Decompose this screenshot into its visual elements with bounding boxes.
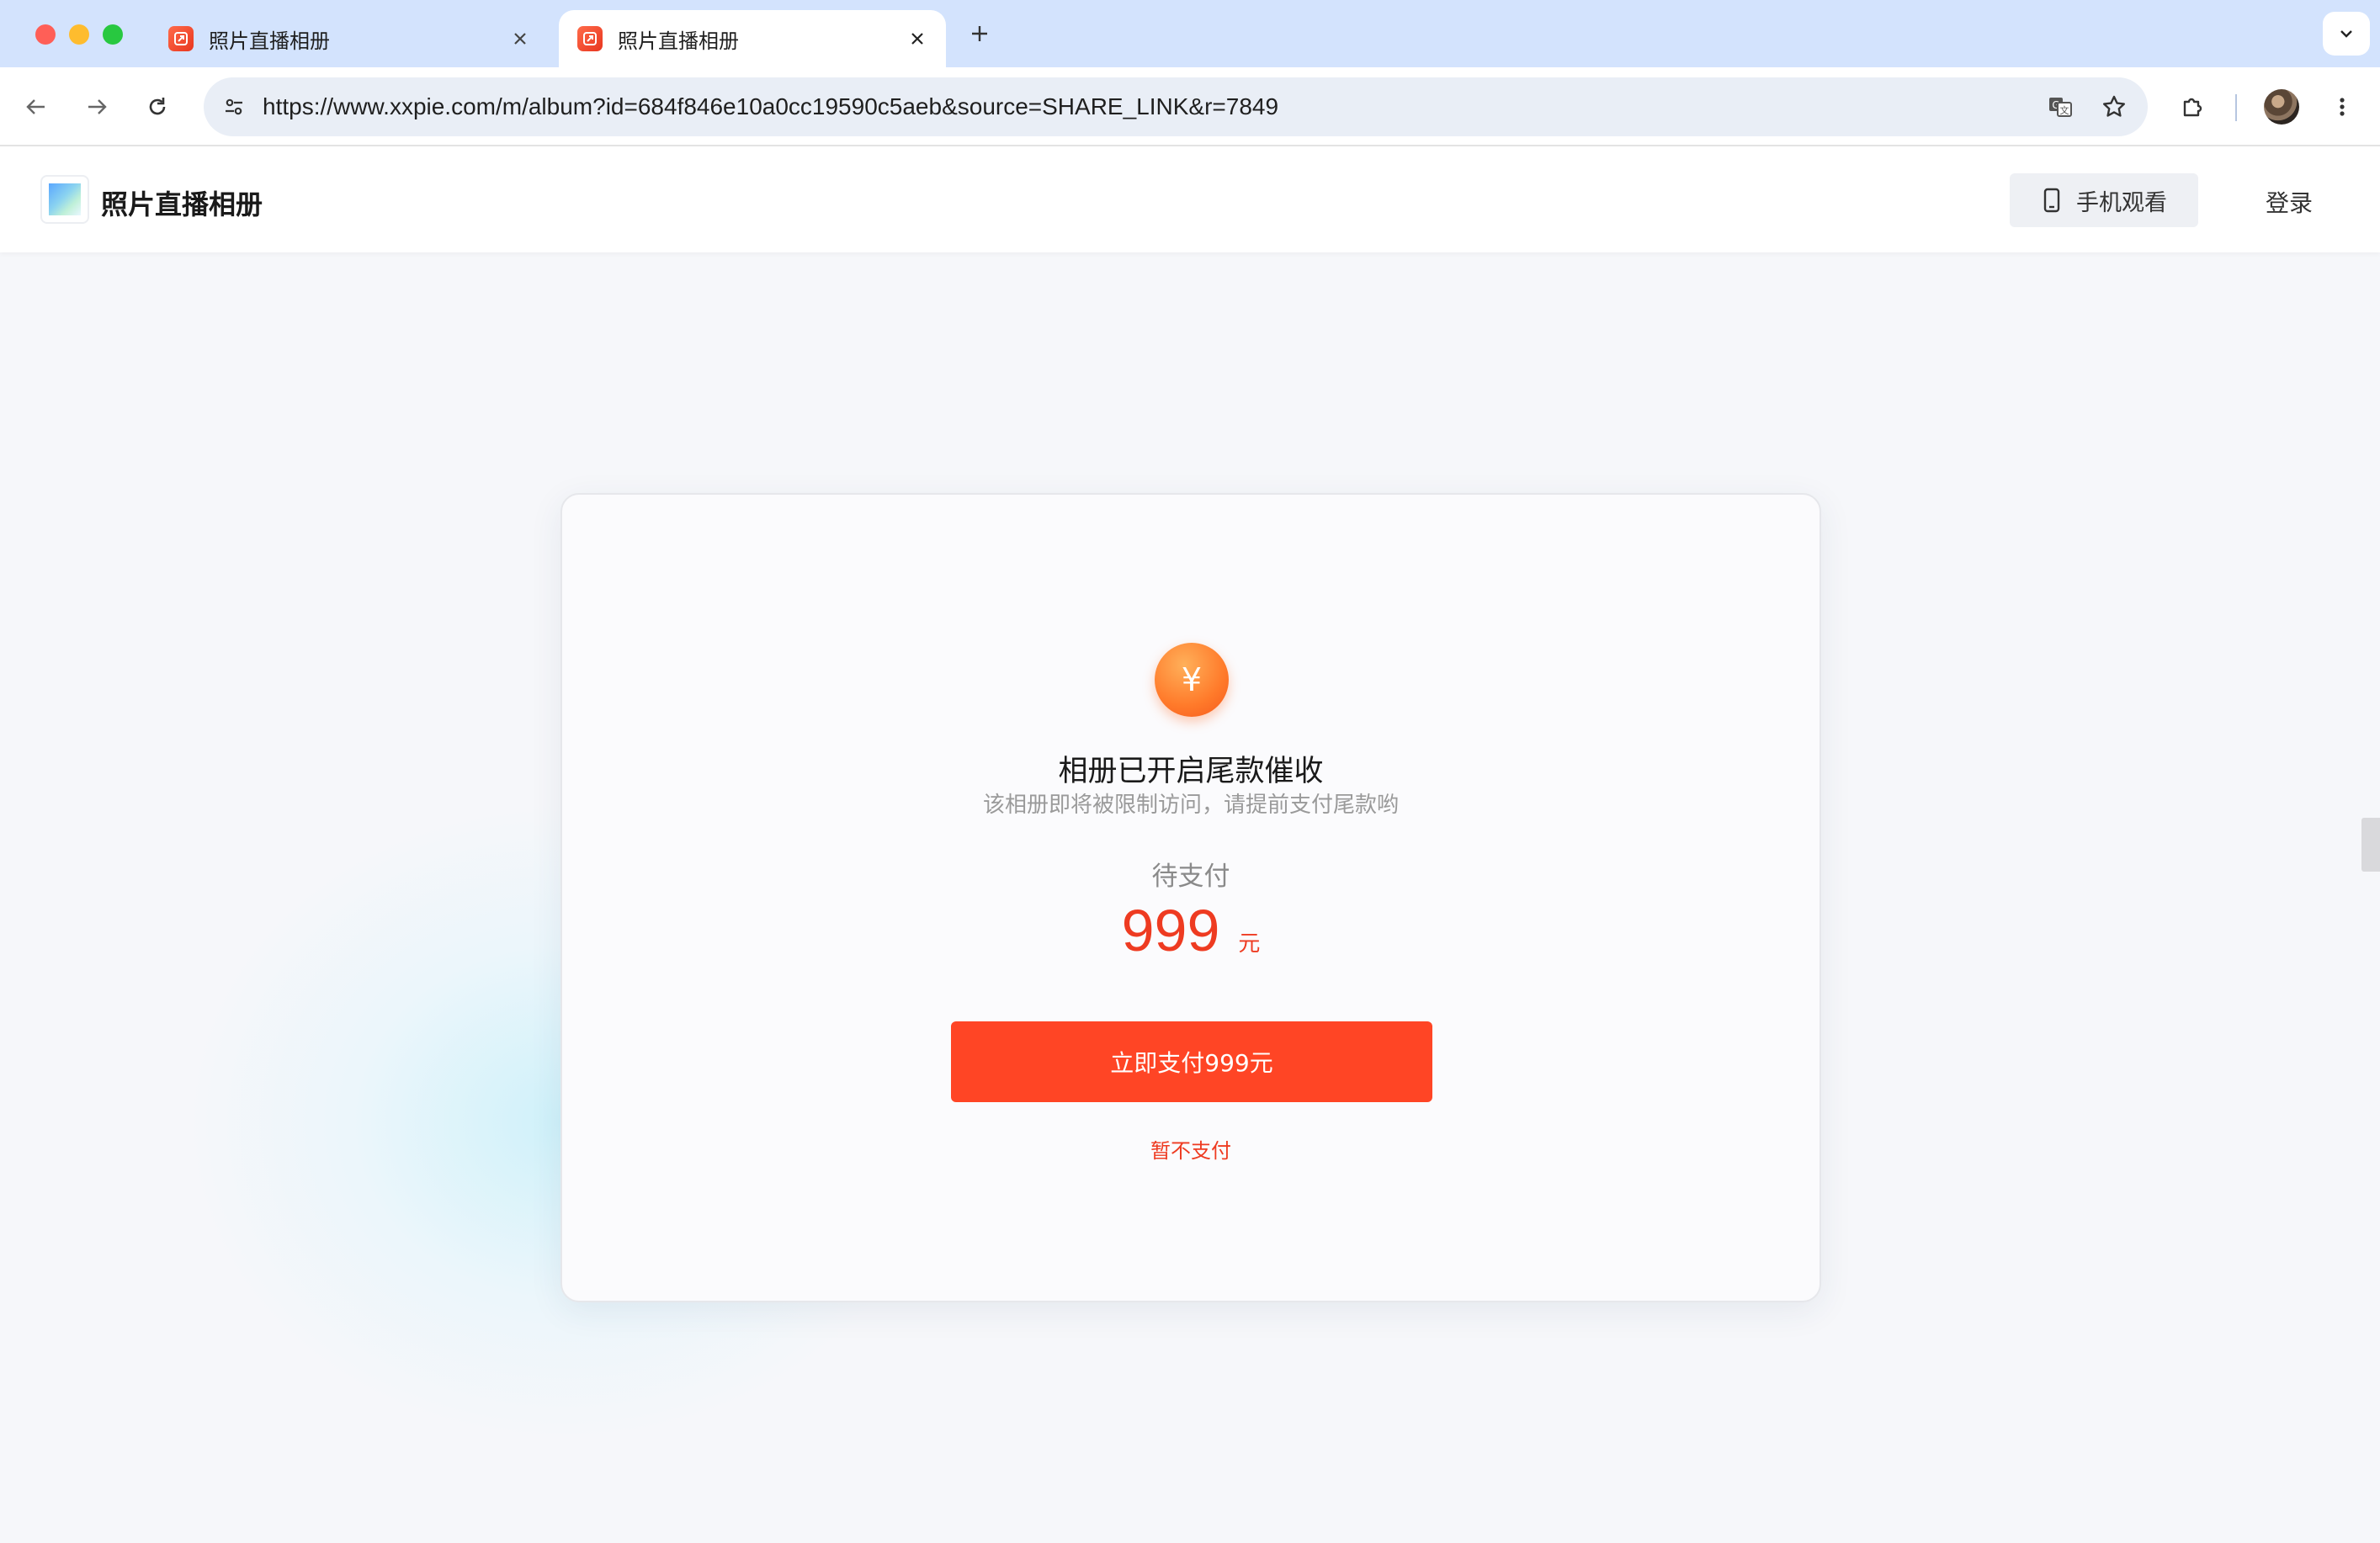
site-logo[interactable] (40, 175, 89, 224)
address-bar[interactable]: https://www.xxpie.com/m/album?id=684f846… (204, 77, 2148, 136)
amount-unit: 元 (1238, 931, 1261, 957)
arrow-left-icon (26, 99, 45, 114)
tune-icon[interactable] (215, 88, 252, 125)
star-icon[interactable] (2094, 87, 2134, 127)
favicon-icon (577, 26, 603, 51)
side-panel-handle[interactable] (2361, 818, 2380, 872)
back-button[interactable] (15, 86, 57, 128)
tab-search-button[interactable] (2323, 12, 2370, 56)
tab-title: 照片直播相册 (209, 29, 330, 53)
login-link[interactable]: 登录 (2266, 185, 2313, 219)
skip-payment-link[interactable]: 暂不支付 (562, 1134, 1820, 1164)
browser-tab[interactable]: 照片直播相册 (150, 10, 549, 67)
toolbar-divider (2235, 94, 2237, 121)
yuan-coin-icon: ¥ (1155, 643, 1229, 717)
reload-icon (149, 98, 166, 115)
close-tab-icon[interactable] (900, 22, 934, 56)
reload-button[interactable] (136, 86, 178, 128)
mobile-view-button[interactable]: 手机观看 (2010, 173, 2198, 227)
browser-window: 照片直播相册 照片直播相册 https://www.xxpie.com/m/al… (0, 0, 2380, 1543)
puzzle-icon (2183, 98, 2202, 117)
url-text[interactable]: https://www.xxpie.com/m/album?id=684f846… (263, 93, 2040, 120)
profile-avatar[interactable] (2264, 89, 2299, 125)
card-subtitle: 该相册即将被限制访问，请提前支付尾款哟 (982, 793, 1399, 818)
tab-strip: 照片直播相册 照片直播相册 (0, 0, 2380, 67)
amount-row: 999 元 (562, 897, 1820, 964)
close-tab-icon[interactable] (503, 22, 537, 56)
new-tab-button[interactable] (963, 17, 996, 50)
chevron-down-icon (2340, 30, 2352, 38)
page-content: 照片直播相册 手机观看 登录 ¥ 相册已开启尾款催收 该相册即将被限制访问，请提… (0, 146, 2380, 1543)
browser-tab-active[interactable]: 照片直播相册 (559, 10, 946, 67)
amount-value: 999 (1121, 898, 1220, 963)
extensions-button[interactable] (2171, 86, 2213, 128)
minimize-window-button[interactable] (69, 24, 89, 45)
forward-button[interactable] (76, 86, 118, 128)
more-vertical-icon (2340, 98, 2345, 116)
phone-icon (2043, 188, 2060, 213)
close-window-button[interactable] (35, 24, 56, 45)
pay-now-button[interactable]: 立即支付999元 (951, 1021, 1432, 1102)
svg-text:文: 文 (2060, 104, 2069, 116)
browser-toolbar: https://www.xxpie.com/m/album?id=684f846… (0, 67, 2380, 146)
payment-card: ¥ 相册已开启尾款催收 该相册即将被限制访问，请提前支付尾款哟 待支付 999 … (560, 493, 1821, 1302)
maximize-window-button[interactable] (103, 24, 123, 45)
favicon-icon (168, 26, 194, 51)
card-title: 相册已开启尾款催收 (1058, 755, 1324, 788)
tab-title: 照片直播相册 (618, 29, 739, 53)
arrow-right-icon (88, 99, 107, 114)
site-header: 照片直播相册 手机观看 登录 (0, 146, 2380, 252)
pending-label: 待支付 (1151, 862, 1230, 892)
mobile-view-label: 手机观看 (2076, 189, 2167, 216)
translate-icon[interactable]: G文 (2040, 87, 2080, 127)
site-title[interactable]: 照片直播相册 (101, 183, 263, 222)
browser-menu-button[interactable] (2321, 86, 2363, 128)
